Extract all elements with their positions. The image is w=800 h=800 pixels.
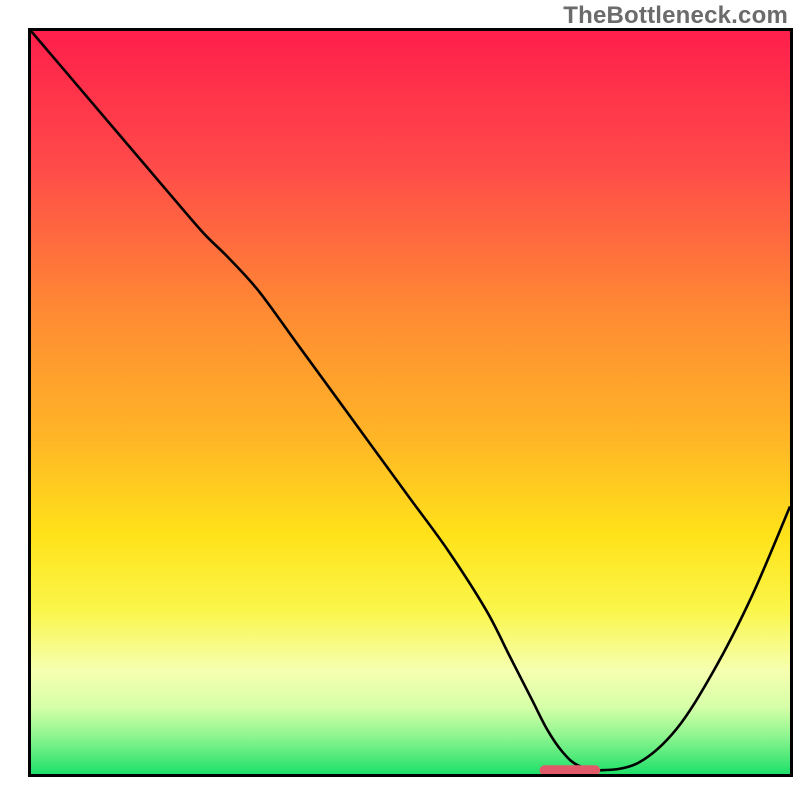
optimal-marker xyxy=(540,765,601,775)
plot-background xyxy=(31,31,790,774)
bottleneck-chart: TheBottleneck.com xyxy=(0,0,800,800)
chart-canvas xyxy=(0,0,800,800)
watermark-label: TheBottleneck.com xyxy=(563,2,788,30)
